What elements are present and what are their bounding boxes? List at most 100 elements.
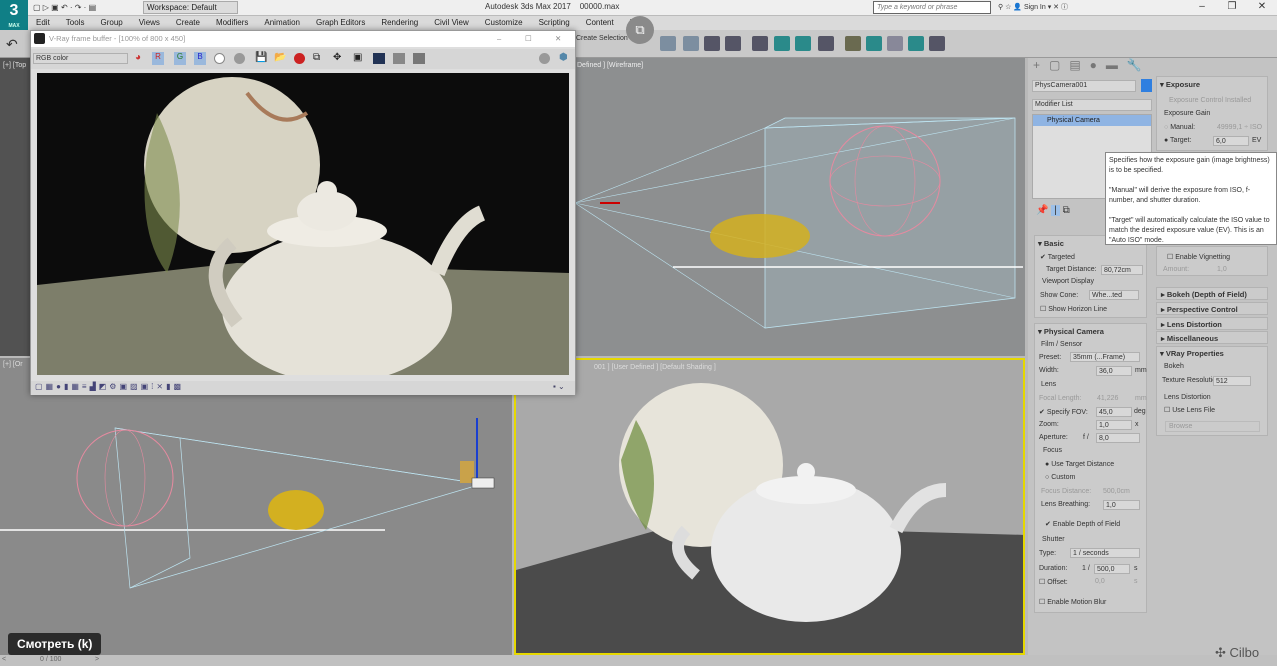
command-panel-tabs[interactable]: +▢▤●▬🔧	[1033, 58, 1151, 72]
red-channel-toggle[interactable]: R	[152, 52, 164, 65]
workspace-dropdown[interactable]: Workspace: Default	[143, 1, 238, 14]
track-mouse-icon[interactable]: ✥	[333, 52, 341, 63]
object-color-swatch[interactable]	[1141, 79, 1152, 92]
lens-breathing-spinner[interactable]: 1,0	[1103, 500, 1140, 510]
rollout-perspective[interactable]: ▸ Perspective Control	[1156, 302, 1268, 315]
menu-animation[interactable]: Animation	[256, 16, 308, 30]
enable-dof-checkbox[interactable]: ✔ Enable Depth of Field	[1045, 520, 1120, 528]
menu-create[interactable]: Create	[168, 16, 208, 30]
sign-in-button[interactable]: ⚲ ☆ 👤 Sign In ▾ ✕ ⓘ	[998, 2, 1068, 12]
next-frame-button[interactable]: >	[95, 656, 99, 663]
zoom-spinner[interactable]: 1,0	[1096, 420, 1132, 430]
target-ev-spinner[interactable]: 6,0	[1213, 136, 1249, 146]
rollout-exposure-title[interactable]: ▾ Exposure	[1160, 80, 1200, 89]
material-editor-icon[interactable]	[818, 36, 834, 51]
viewport-layout-icon[interactable]	[929, 36, 945, 51]
rendered-frame-icon[interactable]	[866, 36, 882, 51]
stack-item-physical-camera[interactable]: Physical Camera	[1033, 115, 1151, 126]
align-icon[interactable]	[683, 36, 699, 51]
ab-compare-icon[interactable]	[373, 53, 385, 64]
manual-radio[interactable]: ○ Manual:	[1164, 124, 1195, 131]
menu-customize[interactable]: Customize	[477, 16, 531, 30]
clear-image-icon[interactable]	[294, 53, 305, 64]
duplicate-icon[interactable]: ⧉	[313, 52, 320, 63]
layer-icon[interactable]	[725, 36, 741, 51]
width-spinner[interactable]: 36,0	[1096, 366, 1132, 376]
region-render-icon[interactable]: ▣	[353, 52, 362, 63]
show-cone-dropdown[interactable]: Whe...ted	[1089, 290, 1139, 300]
motion-blur-checkbox[interactable]: ☐ Enable Motion Blur	[1039, 598, 1106, 606]
load-image-icon[interactable]: 📂	[274, 52, 286, 63]
toggle-ribbon-icon[interactable]	[752, 36, 768, 51]
search-input[interactable]: Type a keyword or phrase	[873, 1, 991, 14]
rollout-lens-distortion[interactable]: ▸ Lens Distortion	[1156, 317, 1268, 330]
render-teapot-icon[interactable]: ⬢	[559, 52, 568, 63]
browse-button[interactable]: Browse	[1165, 421, 1260, 432]
duration-spinner[interactable]: 500,0	[1094, 564, 1130, 574]
offset-checkbox[interactable]: ☐ Offset:	[1039, 578, 1068, 586]
menu-views[interactable]: Views	[131, 16, 168, 30]
vfb-minimize-button[interactable]: –	[497, 31, 501, 47]
rollout-physical-camera-title[interactable]: ▾ Physical Camera	[1038, 327, 1104, 336]
menu-content[interactable]: Content	[578, 16, 622, 30]
target-distance-spinner[interactable]: 80,72cm	[1101, 265, 1143, 275]
scene-explorer-icon[interactable]	[704, 36, 720, 51]
viewport-wireframe[interactable]: Defined ] [Wireframe]	[575, 58, 1025, 356]
vfb-title-bar[interactable]: V-Ray frame buffer - [100% of 800 x 450]…	[31, 31, 575, 47]
menu-civil-view[interactable]: Civil View	[426, 16, 477, 30]
rendered-image[interactable]	[37, 73, 569, 375]
show-end-result-icon[interactable]: |	[1051, 205, 1060, 216]
color-channels-icon[interactable]: ◕	[135, 52, 141, 63]
preset-dropdown[interactable]: 35mm (...Frame)	[1070, 352, 1140, 362]
rollout-miscellaneous[interactable]: ▸ Miscellaneous	[1156, 331, 1268, 344]
prev-frame-button[interactable]: <	[2, 656, 6, 663]
show-horizon-checkbox[interactable]: ☐ Show Horizon Line	[1040, 305, 1107, 313]
menu-rendering[interactable]: Rendering	[373, 16, 426, 30]
viewport-orthographic[interactable]: [+] [Or	[0, 358, 512, 655]
time-slider[interactable]: < 0 / 100 >	[0, 655, 1277, 666]
vfb-correction-icons[interactable]: ▢▦●▮▦≡▟◩⚙▣▨▣⁞⨯▮▩	[35, 382, 184, 391]
vfb-expand-icon[interactable]: ▪ ⌄	[553, 382, 565, 391]
minimize-button[interactable]: –	[1187, 1, 1217, 12]
use-lens-file-checkbox[interactable]: ☐ Use Lens File	[1164, 406, 1215, 414]
viewport-perspective-active[interactable]: 001 ] [User Defined ] [Default Shading ]	[514, 358, 1025, 655]
rollout-bokeh[interactable]: ▸ Bokeh (Depth of Field)	[1156, 287, 1268, 300]
green-channel-toggle[interactable]: G	[174, 52, 186, 65]
history-icon[interactable]	[413, 53, 425, 64]
render-iterative-icon[interactable]	[908, 36, 924, 51]
channel-dropdown[interactable]: RGB color	[33, 53, 128, 64]
aperture-spinner[interactable]: 8,0	[1096, 433, 1140, 443]
menu-tools[interactable]: Tools	[58, 16, 93, 30]
render-setup-icon[interactable]	[845, 36, 861, 51]
save-image-icon[interactable]: 💾	[255, 52, 267, 63]
pin-stack-icon[interactable]: 📌 | ⧉	[1036, 205, 1070, 216]
popout-icon[interactable]: ⧉	[626, 16, 654, 44]
menu-graph-editors[interactable]: Graph Editors	[308, 16, 373, 30]
schematic-icon[interactable]	[795, 36, 811, 51]
offset-spinner[interactable]: 0,0	[1095, 578, 1105, 585]
object-name-field[interactable]: PhysCamera001	[1032, 80, 1136, 92]
vfb-close-button[interactable]: ✕	[555, 31, 561, 47]
undo-icon[interactable]: ↶	[6, 36, 18, 53]
blue-channel-toggle[interactable]: B	[194, 52, 206, 65]
stop-render-icon[interactable]	[539, 53, 550, 64]
shutter-type-dropdown[interactable]: 1 / seconds	[1070, 548, 1140, 558]
menu-group[interactable]: Group	[92, 16, 130, 30]
fov-spinner[interactable]: 45,0	[1096, 407, 1132, 417]
vfb-maximize-button[interactable]: ☐	[525, 31, 532, 47]
specify-fov-checkbox[interactable]: ✔ Specify FOV:	[1039, 408, 1088, 416]
render-icon[interactable]	[887, 36, 903, 51]
curve-editor-icon[interactable]	[774, 36, 790, 51]
targeted-checkbox[interactable]: ✔ Targeted	[1040, 253, 1075, 261]
use-target-distance-radio[interactable]: ● Use Target Distance	[1045, 461, 1114, 468]
menu-scripting[interactable]: Scripting	[531, 16, 578, 30]
modifier-list-dropdown[interactable]: Modifier List	[1032, 99, 1152, 111]
maximize-button[interactable]: ❐	[1217, 1, 1247, 12]
texture-resolution-spinner[interactable]: 512	[1213, 376, 1251, 386]
view-white-icon[interactable]	[214, 53, 225, 64]
custom-radio[interactable]: ○ Custom	[1045, 474, 1075, 481]
target-radio[interactable]: ● Target:	[1164, 137, 1191, 144]
lut-icon[interactable]	[393, 53, 405, 64]
app-logo[interactable]: 3 MAX	[0, 0, 28, 30]
close-button[interactable]: ✕	[1247, 1, 1277, 12]
